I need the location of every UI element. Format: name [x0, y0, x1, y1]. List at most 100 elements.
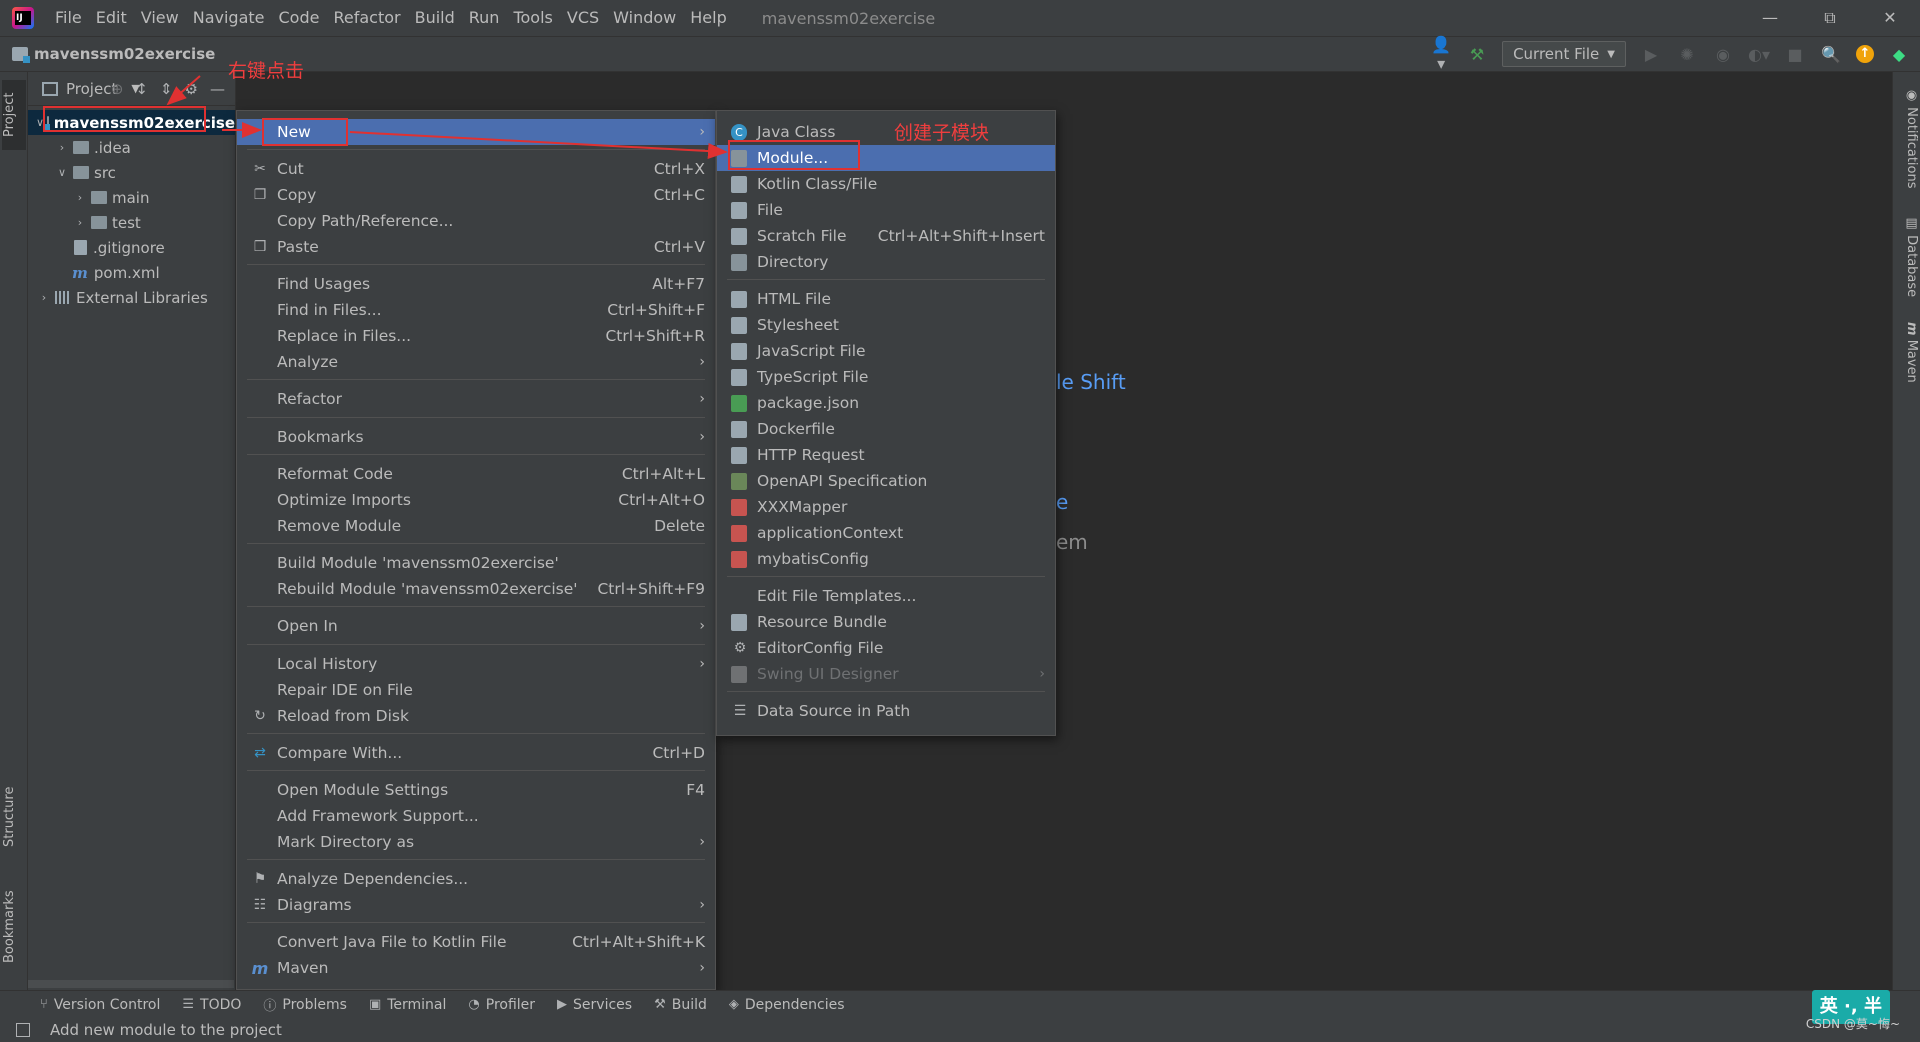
locate-icon[interactable]: ⊕	[111, 80, 124, 98]
restore-icon[interactable]: ⧉	[1800, 0, 1860, 36]
menu-item-directory[interactable]: Directory	[717, 249, 1055, 275]
profile-icon[interactable]: ◐▾	[1748, 45, 1770, 64]
tool-window-terminal[interactable]: ▣ Terminal	[369, 997, 446, 1013]
menu-item-bookmarks[interactable]: Bookmarks ›	[237, 424, 715, 450]
tree-item[interactable]: .gitignore	[28, 235, 235, 260]
tree-item[interactable]: ∨ src	[28, 160, 235, 185]
menu-navigate[interactable]: Navigate	[186, 0, 272, 36]
tool-window-profiler[interactable]: ◔ Profiler	[468, 997, 535, 1013]
menu-item-analyze-dependencies[interactable]: ⚑ Analyze Dependencies...	[237, 866, 715, 892]
menu-item-dockerfile[interactable]: Dockerfile	[717, 416, 1055, 442]
minimize-icon[interactable]: —	[1740, 0, 1800, 36]
tool-tab-notifications[interactable]: ◉ Notifications	[1895, 78, 1919, 198]
menu-item-applicationcontext[interactable]: applicationContext	[717, 520, 1055, 546]
tree-item[interactable]: › External Libraries	[28, 285, 235, 310]
menu-item-editorconfig-file[interactable]: ⚙ EditorConfig File	[717, 635, 1055, 661]
collapse-arrow-icon[interactable]: ›	[72, 216, 88, 229]
menu-item-maven[interactable]: m Maven ›	[237, 955, 715, 981]
tool-tab-bookmarks[interactable]: Bookmarks	[2, 882, 26, 972]
tree-item[interactable]: m pom.xml	[28, 260, 235, 285]
menu-item-open-in[interactable]: Open In ›	[237, 613, 715, 639]
menu-item-copy-path-reference[interactable]: Copy Path/Reference...	[237, 208, 715, 234]
tool-tab-project[interactable]: Project	[2, 80, 26, 150]
menu-item-diagrams[interactable]: ☷ Diagrams ›	[237, 892, 715, 918]
run-configuration-select[interactable]: Current File ▼	[1502, 41, 1626, 67]
tool-window-problems[interactable]: ⓘ Problems	[263, 995, 347, 1015]
menu-item-replace-in-files[interactable]: Replace in Files... Ctrl+Shift+R	[237, 323, 715, 349]
collapse-arrow-icon[interactable]: ›	[54, 141, 70, 154]
menu-vcs[interactable]: VCS	[560, 0, 606, 36]
menu-item-kotlin-class-file[interactable]: Kotlin Class/File	[717, 171, 1055, 197]
menu-item-scratch-file[interactable]: Scratch File Ctrl+Alt+Shift+Insert	[717, 223, 1055, 249]
tool-window-todo[interactable]: ☰ TODO	[182, 997, 241, 1013]
menu-code[interactable]: Code	[272, 0, 327, 36]
tool-tab-database[interactable]: ▤ Database	[1895, 212, 1919, 302]
menu-item-convert-java-file-to-kotlin-file[interactable]: Convert Java File to Kotlin File Ctrl+Alt…	[237, 929, 715, 955]
menu-item-add-framework-support[interactable]: Add Framework Support...	[237, 803, 715, 829]
menu-item-repair-ide-on-file[interactable]: Repair IDE on File	[237, 677, 715, 703]
menu-item-cut[interactable]: ✂ Cut Ctrl+X	[237, 156, 715, 182]
hide-icon[interactable]: —	[210, 80, 225, 98]
collapse-arrow-icon[interactable]: ›	[72, 191, 88, 204]
tree-item[interactable]: › main	[28, 185, 235, 210]
update-icon[interactable]: ↑	[1856, 45, 1874, 63]
horizontal-scrollbar[interactable]	[28, 980, 234, 988]
menu-item-build-module-mavenssm02exercise[interactable]: Build Module 'mavenssm02exercise'	[237, 550, 715, 576]
editor-hint-link[interactable]: e	[1056, 490, 1068, 514]
tree-item[interactable]: › test	[28, 210, 235, 235]
menu-item-analyze[interactable]: Analyze ›	[237, 349, 715, 375]
menu-item-package-json[interactable]: package.json	[717, 390, 1055, 416]
tool-window-dependencies[interactable]: ◈ Dependencies	[729, 997, 845, 1013]
menu-file[interactable]: File	[48, 0, 89, 36]
user-icon[interactable]: 👤▾	[1430, 35, 1452, 73]
menu-item-stylesheet[interactable]: Stylesheet	[717, 312, 1055, 338]
collapse-all-icon[interactable]: ⇕	[160, 80, 173, 98]
menu-item-data-source-in-path[interactable]: ☰ Data Source in Path	[717, 698, 1055, 724]
tool-window-build[interactable]: ⚒ Build	[654, 997, 707, 1013]
menu-item-find-usages[interactable]: Find Usages Alt+F7	[237, 271, 715, 297]
build-hammer-icon[interactable]: ⚒	[1466, 45, 1488, 64]
menu-item-compare-with[interactable]: ⇄ Compare With... Ctrl+D	[237, 740, 715, 766]
menu-item-file[interactable]: File	[717, 197, 1055, 223]
menu-item-reload-from-disk[interactable]: ↻ Reload from Disk	[237, 703, 715, 729]
menu-item-http-request[interactable]: HTTP Request	[717, 442, 1055, 468]
collapse-arrow-icon[interactable]: ›	[36, 291, 52, 304]
expand-arrow-icon[interactable]: ∨	[54, 166, 70, 179]
menu-edit[interactable]: Edit	[89, 0, 134, 36]
menu-item-rebuild-module-mavenssm02exercise[interactable]: Rebuild Module 'mavenssm02exercise' Ctrl+…	[237, 576, 715, 602]
menu-item-xxxmapper[interactable]: XXXMapper	[717, 494, 1055, 520]
expand-all-icon[interactable]: ↕	[135, 80, 148, 98]
tree-item[interactable]: › .idea	[28, 135, 235, 160]
menu-item-html-file[interactable]: HTML File	[717, 286, 1055, 312]
debug-icon[interactable]: ✺	[1676, 45, 1698, 64]
jetbrains-toolbox-icon[interactable]: ◆	[1888, 45, 1910, 64]
run-icon[interactable]: ▶	[1640, 45, 1662, 64]
menu-item-find-in-files[interactable]: Find in Files... Ctrl+Shift+F	[237, 297, 715, 323]
breadcrumb-project[interactable]: mavenssm02exercise	[34, 45, 215, 63]
tool-tab-structure[interactable]: Structure	[2, 772, 26, 862]
menu-item-remove-module[interactable]: Remove Module Delete	[237, 513, 715, 539]
menu-window[interactable]: Window	[606, 0, 683, 36]
menu-build[interactable]: Build	[408, 0, 462, 36]
gear-icon[interactable]: ⚙	[185, 80, 198, 98]
menu-item-openapi-specification[interactable]: OpenAPI Specification	[717, 468, 1055, 494]
menu-item-refactor[interactable]: Refactor ›	[237, 386, 715, 412]
search-icon[interactable]: 🔍	[1820, 45, 1842, 64]
menu-item-paste[interactable]: ❒ Paste Ctrl+V	[237, 234, 715, 260]
menu-item-local-history[interactable]: Local History ›	[237, 651, 715, 677]
menu-item-open-module-settings[interactable]: Open Module Settings F4	[237, 777, 715, 803]
toggle-tool-windows-icon[interactable]	[16, 1023, 30, 1037]
menu-item-reformat-code[interactable]: Reformat Code Ctrl+Alt+L	[237, 461, 715, 487]
menu-item-mark-directory-as[interactable]: Mark Directory as ›	[237, 829, 715, 855]
stop-icon[interactable]: ■	[1784, 45, 1806, 64]
menu-item-optimize-imports[interactable]: Optimize Imports Ctrl+Alt+O	[237, 487, 715, 513]
tool-tab-maven[interactable]: m Maven	[1895, 317, 1919, 387]
menu-tools[interactable]: Tools	[506, 0, 559, 36]
menu-item-copy[interactable]: ❐ Copy Ctrl+C	[237, 182, 715, 208]
tool-window-services[interactable]: ▶ Services	[557, 997, 632, 1013]
menu-item-resource-bundle[interactable]: Resource Bundle	[717, 609, 1055, 635]
menu-view[interactable]: View	[134, 0, 186, 36]
project-view-selector[interactable]: Project	[66, 80, 117, 98]
coverage-icon[interactable]: ◉	[1712, 45, 1734, 64]
menu-help[interactable]: Help	[683, 0, 733, 36]
